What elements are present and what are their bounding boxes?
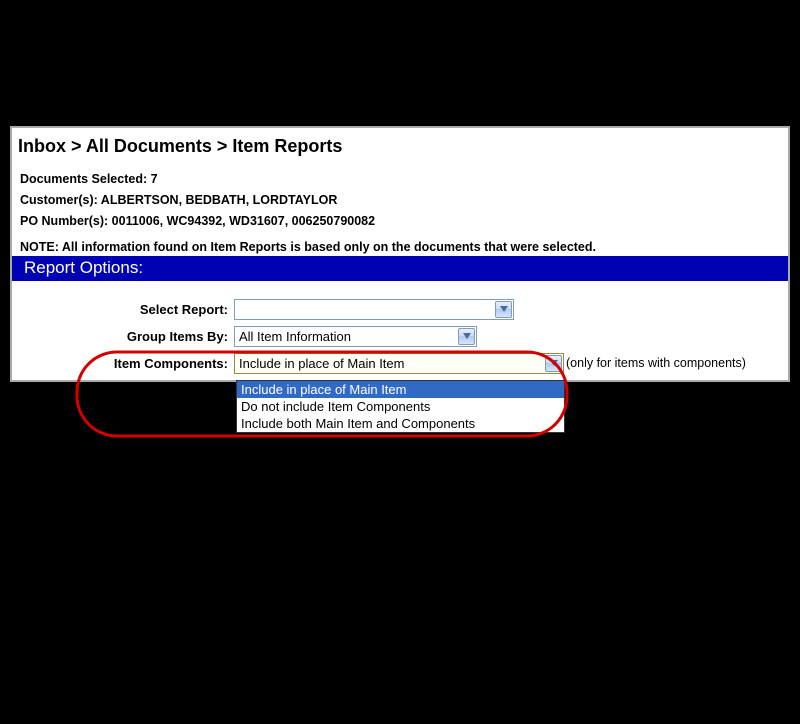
item-components-option[interactable]: Include in place of Main Item xyxy=(237,381,564,398)
item-components-option[interactable]: Include both Main Item and Components xyxy=(237,415,564,432)
select-report-dropdown[interactable] xyxy=(234,299,514,320)
form-area: Select Report: Group Items By: All Item … xyxy=(12,281,788,374)
breadcrumb: Inbox > All Documents > Item Reports xyxy=(12,128,788,171)
documents-selected: Documents Selected: 7 xyxy=(12,171,788,192)
chevron-down-icon[interactable] xyxy=(545,355,562,372)
group-items-dropdown[interactable]: All Item Information xyxy=(234,326,477,347)
note-text: NOTE: All information found on Item Repo… xyxy=(12,234,788,256)
po-numbers-line: PO Number(s): 0011006, WC94392, WD31607,… xyxy=(12,213,788,234)
item-components-label: Item Components: xyxy=(12,356,234,371)
item-components-dropdown[interactable]: Include in place of Main Item xyxy=(234,353,564,374)
item-components-option[interactable]: Do not include Item Components xyxy=(237,398,564,415)
item-components-value: Include in place of Main Item xyxy=(239,356,404,371)
chevron-down-icon[interactable] xyxy=(495,301,512,318)
group-items-value: All Item Information xyxy=(239,329,351,344)
report-options-header: Report Options: xyxy=(12,256,788,281)
report-panel: Inbox > All Documents > Item Reports Doc… xyxy=(10,126,790,382)
select-report-label: Select Report: xyxy=(12,302,234,317)
customers-line: Customer(s): ALBERTSON, BEDBATH, LORDTAY… xyxy=(12,192,788,213)
item-components-listbox[interactable]: Include in place of Main Item Do not inc… xyxy=(236,380,565,433)
group-items-label: Group Items By: xyxy=(12,329,234,344)
item-components-helper: (only for items with components) xyxy=(566,356,746,370)
chevron-down-icon[interactable] xyxy=(458,328,475,345)
